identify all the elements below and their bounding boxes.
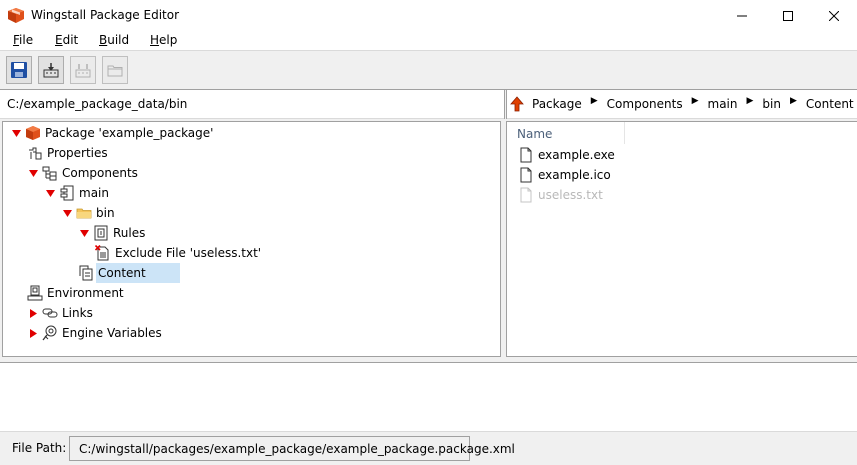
column-header-name[interactable]: Name <box>507 122 625 144</box>
build-all-button[interactable] <box>70 56 96 84</box>
package-box-icon <box>8 8 24 23</box>
location-bar: C:/example_package_data/bin Package ▶ Co… <box>0 89 857 119</box>
build-disabled-icon <box>75 64 91 78</box>
list-item[interactable]: useless.txt <box>518 185 603 205</box>
open-folder-button[interactable] <box>102 56 128 84</box>
tree-item-label: Components <box>62 166 138 180</box>
file-icon <box>518 187 534 203</box>
tree-item-engine-variables[interactable]: Engine Variables <box>27 323 162 343</box>
current-path: C:/example_package_data/bin <box>7 97 188 111</box>
menu-edit[interactable]: Edit <box>55 33 78 47</box>
file-name: useless.txt <box>538 188 603 202</box>
details-pane <box>0 362 857 432</box>
collapsed-arrow-icon[interactable] <box>27 307 39 319</box>
up-arrow-icon <box>510 96 524 112</box>
tree-item-bin[interactable]: bin <box>61 203 115 223</box>
build-icon <box>43 63 59 78</box>
open-folder-icon <box>107 65 123 77</box>
components-icon <box>42 165 58 181</box>
toolbar <box>0 50 857 89</box>
file-icon <box>518 147 534 163</box>
minimize-icon <box>737 15 747 16</box>
breadcrumb-separator-icon: ▶ <box>691 96 699 106</box>
menu-build[interactable]: Build <box>99 33 129 47</box>
minimize-button[interactable] <box>719 0 765 31</box>
collapsed-arrow-icon[interactable] <box>27 327 39 339</box>
title-bar: Wingstall Package Editor <box>0 0 857 31</box>
folder-icon <box>76 205 92 221</box>
tree-item-label: Environment <box>47 286 124 300</box>
maximize-button[interactable] <box>765 0 811 31</box>
expanded-arrow-icon[interactable] <box>27 167 39 179</box>
tree-item-label: main <box>79 186 109 200</box>
tree-item-label: Content <box>96 263 180 283</box>
list-item[interactable]: example.exe <box>518 145 615 165</box>
file-name: example.ico <box>538 168 611 182</box>
tree-item-label: Engine Variables <box>62 326 162 340</box>
component-icon <box>59 185 75 201</box>
breadcrumb-separator-icon: ▶ <box>789 96 797 106</box>
tree-item-label: bin <box>96 206 115 220</box>
breadcrumb-separator-icon: ▶ <box>590 96 598 106</box>
window-title: Wingstall Package Editor <box>31 8 180 22</box>
maximize-icon <box>783 10 793 21</box>
properties-icon <box>27 145 43 161</box>
close-button[interactable] <box>811 0 857 31</box>
file-name: example.exe <box>538 148 615 162</box>
tree-item-properties[interactable]: Properties <box>27 143 108 163</box>
status-bar: File Path: C:/wingstall/packages/example… <box>0 432 857 465</box>
breadcrumb: Package ▶ Components ▶ main ▶ bin ▶ Cont… <box>532 96 854 111</box>
exclude-file-icon <box>95 245 111 261</box>
breadcrumb-bin[interactable]: bin <box>762 97 781 111</box>
list-item[interactable]: example.ico <box>518 165 611 185</box>
file-path-field: C:/wingstall/packages/example_package/ex… <box>69 436 515 461</box>
breadcrumb-content[interactable]: Content <box>806 97 854 111</box>
tree-item-components[interactable]: Components <box>27 163 138 183</box>
expanded-arrow-icon[interactable] <box>61 207 73 219</box>
tree-item-environment[interactable]: Environment <box>27 283 124 303</box>
breadcrumb-main[interactable]: main <box>708 97 738 111</box>
tree-item-links[interactable]: Links <box>27 303 93 323</box>
expanded-arrow-icon[interactable] <box>10 127 22 139</box>
tree-item-main[interactable]: main <box>44 183 109 203</box>
tree-item-exclude-file[interactable]: Exclude File 'useless.txt' <box>95 243 261 263</box>
build-button[interactable] <box>38 56 64 84</box>
breadcrumb-separator-icon: ▶ <box>746 96 754 106</box>
tree-item-label: Package 'example_package' <box>45 126 214 140</box>
file-path-label: File Path: <box>12 441 67 455</box>
close-icon <box>829 10 839 21</box>
tree-item-label: Rules <box>113 226 146 240</box>
links-icon <box>42 305 58 321</box>
tree-item-label: Properties <box>47 146 108 160</box>
menu-help[interactable]: Help <box>150 33 177 47</box>
tree-item-content[interactable]: Content <box>78 263 180 283</box>
tree-item-label: Exclude File 'useless.txt' <box>115 246 262 260</box>
file-icon <box>518 167 534 183</box>
save-icon <box>11 62 27 78</box>
breadcrumb-package[interactable]: Package <box>532 97 582 111</box>
file-list[interactable]: Name example.exe example.ico useless.txt <box>506 121 857 357</box>
navigate-up-button[interactable] <box>510 96 524 112</box>
rules-icon <box>93 225 109 241</box>
splitter[interactable] <box>504 90 507 119</box>
package-icon <box>25 125 41 141</box>
content-icon <box>78 265 94 281</box>
package-tree[interactable]: Package 'example_package' Properties Com… <box>2 121 501 357</box>
tree-item-rules[interactable]: Rules <box>78 223 145 243</box>
expanded-arrow-icon[interactable] <box>78 227 90 239</box>
save-button[interactable] <box>6 56 32 84</box>
tree-item-package[interactable]: Package 'example_package' <box>10 123 213 143</box>
environment-icon <box>27 285 43 301</box>
breadcrumb-components[interactable]: Components <box>607 97 683 111</box>
tree-item-label: Links <box>62 306 93 320</box>
menu-file[interactable]: File <box>13 33 33 47</box>
menu-bar: File Edit Build Help <box>0 31 857 50</box>
expanded-arrow-icon[interactable] <box>44 187 56 199</box>
engine-variables-icon <box>42 325 58 341</box>
